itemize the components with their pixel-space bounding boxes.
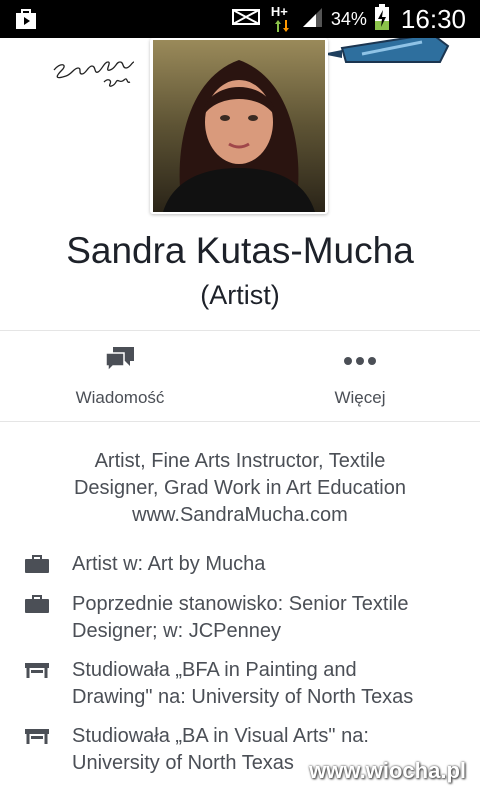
info-text: Drawing" na: University of North Texas [72,686,414,708]
message-label: Wiadomość [75,388,165,407]
graduation-cap-icon [25,726,49,751]
clock: 16:30 [400,3,466,34]
bio: Artist, Fine Arts Instructor, Textile De… [30,448,450,529]
info-text: Poprzednie stanowisko: Senior Textile [72,593,409,615]
more-label: Więcej [334,388,386,407]
message-button[interactable]: Wiadomość [20,345,220,410]
profile-role: (Artist) [200,280,280,310]
info-text: Designer; w: JCPenney [72,620,281,642]
briefcase-icon [25,554,49,579]
chat-bubbles-icon [20,345,220,378]
profile-cover [0,38,480,218]
divider [0,330,480,331]
avatar[interactable] [150,38,328,214]
profile-name: Sandra Kutas-Mucha [66,230,414,271]
signal-strength-icon [301,6,323,33]
battery-charging-icon [374,3,389,35]
info-text: Artist w: Art by Mucha [72,553,266,575]
battery-percent: 34% [330,8,367,29]
network-type-icon: H+ [271,4,293,34]
watermark: www.wiocha.pl [309,758,466,783]
info-text: Studiowała „BFA in Painting and [72,659,357,681]
bio-line: Artist, Fine Arts Instructor, Textile [94,450,386,472]
signature-logo [52,54,152,94]
brush-illustration [322,38,452,72]
store-notification-icon [14,7,38,36]
graduation-cap-icon [25,660,49,685]
bio-website-link[interactable]: www.SandraMucha.com [30,502,450,529]
more-button[interactable]: Więcej [260,345,460,410]
status-bar: H+ 34% 16:30 [0,0,480,38]
divider [0,421,480,422]
info-text: Studiowała „BA in Visual Arts" na: [72,725,369,747]
silent-mode-icon [231,6,263,33]
bio-line: Designer, Grad Work in Art Education [73,477,406,499]
briefcase-icon [25,594,49,619]
more-dots-icon [260,345,460,378]
